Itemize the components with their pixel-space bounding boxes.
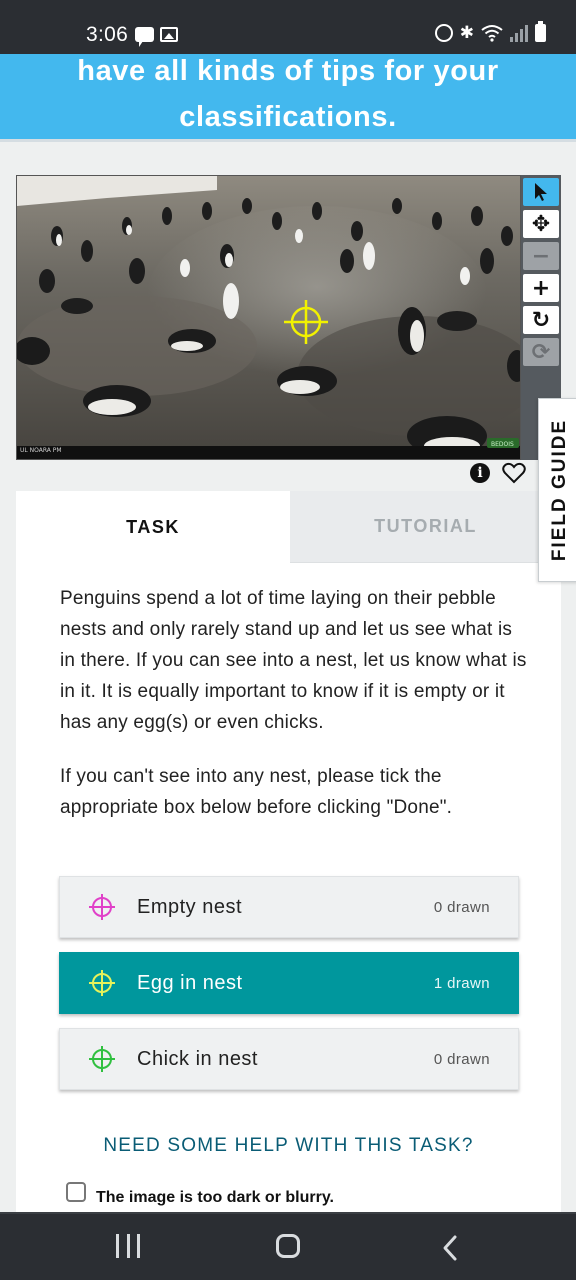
chat-icon	[135, 27, 154, 47]
too-dark-checkbox-row[interactable]: The image is too dark or blurry.	[66, 1177, 334, 1207]
crosshair-icon	[89, 970, 115, 996]
signal-icon	[510, 24, 528, 42]
too-dark-checkbox[interactable]	[66, 1182, 86, 1202]
info-icon[interactable]: i	[470, 463, 490, 483]
banner-line-1: have all kinds of tips for your	[77, 55, 499, 87]
image-watermark-left: UL NOARA PM	[20, 447, 62, 454]
reset-icon[interactable]: ⟳	[523, 338, 559, 366]
field-guide-label: FIELD GUIDE	[549, 418, 570, 562]
image-icon	[160, 27, 178, 42]
task-instructions: Penguins spend a lot of time laying on t…	[60, 583, 530, 823]
too-dark-checkbox-label[interactable]: The image is too dark or blurry.	[96, 1189, 334, 1207]
rotate-icon[interactable]: ↻	[523, 306, 559, 334]
subject-image[interactable]: UL NOARA PM BEDOIS	[16, 175, 521, 460]
system-nav-bar	[0, 1212, 576, 1280]
wifi-icon	[481, 25, 503, 42]
help-link[interactable]: NEED SOME HELP WITH THIS TASK?	[16, 1135, 561, 1157]
choice-chick-in-nest[interactable]: Chick in nest 0 drawn	[59, 1028, 519, 1090]
recent-apps-icon[interactable]	[116, 1234, 140, 1262]
zoom-in-icon[interactable]: +	[523, 274, 559, 302]
subject-meta-actions: i	[470, 462, 542, 484]
instruction-paragraph-1: Penguins spend a lot of time laying on t…	[60, 588, 527, 733]
tab-tutorial[interactable]: TUTORIAL	[290, 491, 561, 563]
choice-count: 0 drawn	[433, 1050, 490, 1068]
task-panel: Penguins spend a lot of time laying on t…	[16, 563, 561, 1223]
field-guide-tab[interactable]: FIELD GUIDE	[538, 398, 576, 582]
back-icon[interactable]	[440, 1234, 460, 1262]
image-watermark-right: BEDOIS	[491, 441, 514, 448]
heart-icon[interactable]	[502, 462, 526, 484]
home-icon[interactable]	[276, 1234, 300, 1258]
instruction-paragraph-2: If you can't see into any nest, please t…	[60, 766, 453, 818]
choice-label: Egg in nest	[137, 971, 243, 994]
status-bar: 3:06 ✱	[0, 0, 576, 54]
alarm-icon	[434, 24, 453, 42]
choice-empty-nest[interactable]: Empty nest 0 drawn	[59, 876, 519, 938]
pointer-icon[interactable]	[523, 178, 559, 206]
banner-line-2: classifications.	[179, 101, 397, 133]
choice-label: Empty nest	[137, 895, 243, 918]
choice-count: 1 drawn	[433, 974, 490, 992]
choice-egg-in-nest[interactable]: Egg in nest 1 drawn	[59, 952, 519, 1014]
move-icon[interactable]: ✥	[523, 210, 559, 238]
choice-label: Chick in nest	[137, 1047, 258, 1070]
battery-icon	[535, 21, 546, 42]
crosshair-icon	[89, 1046, 115, 1072]
crosshair-icon	[89, 894, 115, 920]
task-tabs: TASK TUTORIAL	[16, 491, 561, 563]
tab-task[interactable]: TASK	[16, 491, 290, 563]
tips-banner: have all kinds of tips for your classifi…	[0, 54, 576, 142]
zoom-out-icon[interactable]: −	[523, 242, 559, 270]
bluetooth-icon: ✱	[459, 23, 474, 43]
choice-count: 0 drawn	[433, 898, 490, 916]
status-time: 3:06	[86, 23, 129, 46]
